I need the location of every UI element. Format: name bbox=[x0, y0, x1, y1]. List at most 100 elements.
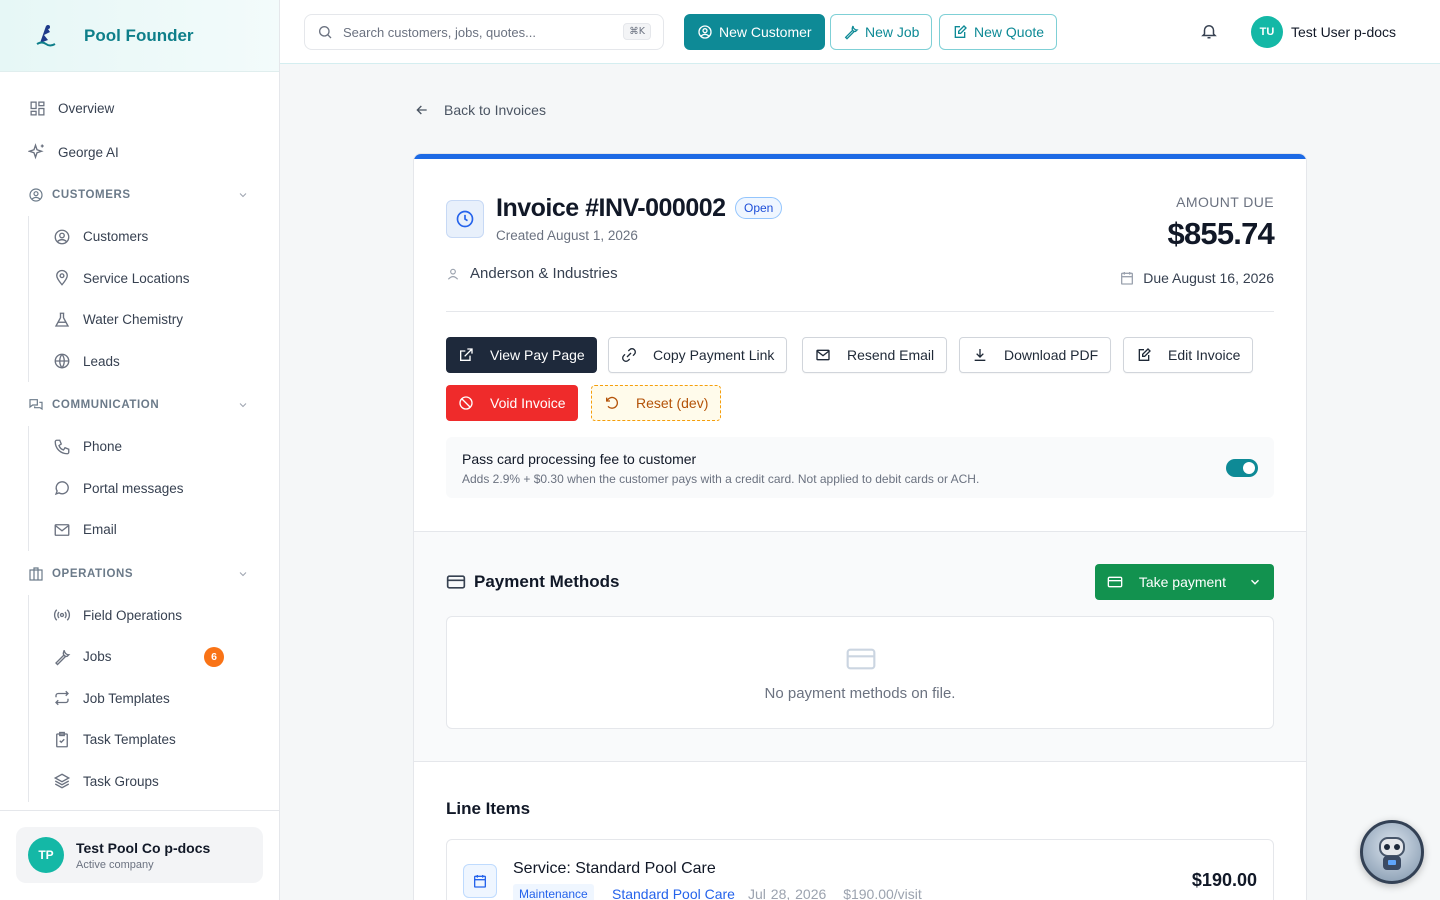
fee-toggle[interactable] bbox=[1226, 459, 1258, 477]
download-pdf-label: Download PDF bbox=[1004, 347, 1099, 363]
sparkles-icon bbox=[28, 143, 46, 161]
sidebar-item-label: George AI bbox=[58, 144, 119, 160]
phone-icon bbox=[53, 438, 71, 456]
brand[interactable]: Pool Founder bbox=[0, 0, 279, 72]
line-item-service-link[interactable]: Standard Pool Care bbox=[612, 886, 735, 900]
resend-email-label: Resend Email bbox=[847, 347, 935, 363]
sidebar-item-label: Customers bbox=[83, 229, 149, 245]
chevron-down-icon bbox=[237, 189, 249, 201]
sidebar-item-customers[interactable]: Customers bbox=[29, 216, 279, 258]
new-job-button[interactable]: New Job bbox=[830, 14, 933, 50]
company-switcher: TP Test Pool Co p-docs Active company bbox=[0, 810, 279, 900]
arrow-left-icon bbox=[414, 102, 430, 118]
download-pdf-button[interactable]: Download PDF bbox=[959, 337, 1112, 373]
sidebar-item-job-templates[interactable]: Job Templates bbox=[29, 678, 279, 720]
ban-icon bbox=[458, 395, 474, 411]
sidebar-item-service-locations[interactable]: Service Locations bbox=[29, 258, 279, 300]
calendar-icon bbox=[463, 864, 497, 898]
status-badge: Open bbox=[735, 197, 783, 219]
new-customer-label: New Customer bbox=[719, 24, 812, 40]
chat-bubbles-icon bbox=[28, 397, 44, 413]
sidebar-item-george-ai[interactable]: George AI bbox=[0, 130, 279, 174]
sidebar-item-phone[interactable]: Phone bbox=[29, 426, 279, 468]
amount-due-label: AMOUNT DUE bbox=[1176, 194, 1274, 210]
sidebar-item-label: Water Chemistry bbox=[83, 312, 184, 328]
map-pin-icon bbox=[53, 269, 71, 287]
line-item-name: Service: Standard Pool Care bbox=[513, 860, 716, 877]
search-input[interactable] bbox=[343, 24, 613, 40]
new-quote-button[interactable]: New Quote bbox=[939, 14, 1058, 50]
sidebar-item-portal-messages[interactable]: Portal messages bbox=[29, 468, 279, 510]
external-link-icon bbox=[458, 347, 474, 363]
view-pay-page-button[interactable]: View Pay Page bbox=[446, 337, 597, 373]
sidebar-item-task-groups[interactable]: Task Groups bbox=[29, 761, 279, 803]
section-operations[interactable]: OPERATIONS bbox=[0, 553, 279, 595]
user-name: Test User p-docs bbox=[1291, 24, 1397, 40]
section-title: COMMUNICATION bbox=[52, 399, 160, 411]
user-icon bbox=[446, 267, 460, 281]
invoice-customer[interactable]: Anderson & Industries bbox=[446, 265, 618, 282]
company-status: Active company bbox=[76, 858, 154, 871]
amount-due-value: $855.74 bbox=[1167, 216, 1275, 251]
communication-group: Phone Portal messages Email bbox=[28, 426, 279, 551]
user-circle-icon bbox=[28, 187, 44, 203]
sidebar-item-overview[interactable]: Overview bbox=[0, 86, 279, 130]
sidebar-item-water-chemistry[interactable]: Water Chemistry bbox=[29, 299, 279, 341]
line-item[interactable]: Service: Standard Pool Care Maintenance … bbox=[446, 839, 1274, 900]
new-job-label: New Job bbox=[865, 24, 920, 40]
assistant-robot-icon[interactable] bbox=[1360, 820, 1424, 884]
pool-logo-icon bbox=[32, 22, 60, 50]
clipboard-check-icon bbox=[53, 731, 71, 749]
sidebar-item-field-operations[interactable]: Field Operations bbox=[29, 595, 279, 637]
credit-card-icon bbox=[1107, 574, 1123, 590]
user-menu[interactable]: TU Test User p-docs bbox=[1251, 16, 1396, 48]
line-item-meta: Jul 28, 2026 $190.00/visit bbox=[748, 886, 934, 900]
reset-dev-button[interactable]: Reset (dev) bbox=[591, 385, 722, 421]
payment-methods-empty-state: No payment methods on file. bbox=[446, 616, 1274, 729]
company-avatar: TP bbox=[28, 837, 64, 873]
chevron-down-icon bbox=[237, 568, 249, 580]
sidebar-item-label: Email bbox=[83, 522, 117, 538]
sidebar-item-email[interactable]: Email bbox=[29, 509, 279, 551]
copy-payment-link-button[interactable]: Copy Payment Link bbox=[608, 337, 788, 373]
sidebar-item-label: Task Groups bbox=[83, 773, 159, 789]
new-customer-button[interactable]: New Customer bbox=[684, 14, 825, 50]
sidebar-item-label: Job Templates bbox=[83, 690, 170, 706]
take-payment-button[interactable]: Take payment bbox=[1094, 564, 1274, 600]
due-date-text: Due August 16, 2026 bbox=[1143, 270, 1274, 286]
edit-invoice-label: Edit Invoice bbox=[1168, 347, 1241, 363]
view-pay-page-label: View Pay Page bbox=[490, 347, 585, 363]
invoice-card: Invoice #INV-000002 Open Created August … bbox=[413, 153, 1307, 900]
sidebar-item-label: Portal messages bbox=[83, 480, 184, 496]
mail-icon bbox=[815, 347, 831, 363]
back-to-invoices-link[interactable]: Back to Invoices bbox=[414, 102, 546, 118]
credit-card-icon bbox=[845, 643, 877, 675]
sidebar-item-label: Overview bbox=[58, 100, 115, 116]
new-quote-label: New Quote bbox=[974, 24, 1045, 40]
radio-signal-icon bbox=[53, 606, 71, 624]
resend-email-button[interactable]: Resend Email bbox=[802, 337, 948, 373]
sidebar-item-jobs[interactable]: Jobs 6 bbox=[29, 636, 279, 678]
building-icon bbox=[28, 566, 44, 582]
void-invoice-label: Void Invoice bbox=[490, 395, 566, 411]
calendar-icon bbox=[1119, 270, 1135, 286]
line-item-date: Jul 28, 2026 bbox=[748, 886, 827, 900]
section-communication[interactable]: COMMUNICATION bbox=[0, 384, 279, 426]
sidebar-item-leads[interactable]: Leads bbox=[29, 341, 279, 383]
jobs-count-badge: 6 bbox=[204, 646, 224, 667]
bell-icon[interactable] bbox=[1200, 22, 1218, 40]
invoice-title: Invoice #INV-000002 bbox=[496, 194, 726, 222]
line-item-price: $190.00 bbox=[1191, 870, 1257, 890]
clock-icon bbox=[446, 200, 484, 238]
search-box[interactable]: ⌘K bbox=[304, 14, 664, 50]
repeat-icon bbox=[53, 689, 71, 707]
section-customers[interactable]: CUSTOMERS bbox=[0, 174, 279, 216]
invoice-created-date: Created August 1, 2026 bbox=[496, 228, 638, 243]
chevron-down-icon bbox=[1248, 575, 1262, 589]
edit-invoice-button[interactable]: Edit Invoice bbox=[1123, 337, 1254, 373]
sidebar-item-label: Field Operations bbox=[83, 607, 183, 623]
take-payment-label: Take payment bbox=[1138, 574, 1226, 590]
company-card[interactable]: TP Test Pool Co p-docs Active company bbox=[16, 827, 263, 883]
void-invoice-button[interactable]: Void Invoice bbox=[446, 385, 578, 421]
sidebar-item-task-templates[interactable]: Task Templates bbox=[29, 719, 279, 761]
